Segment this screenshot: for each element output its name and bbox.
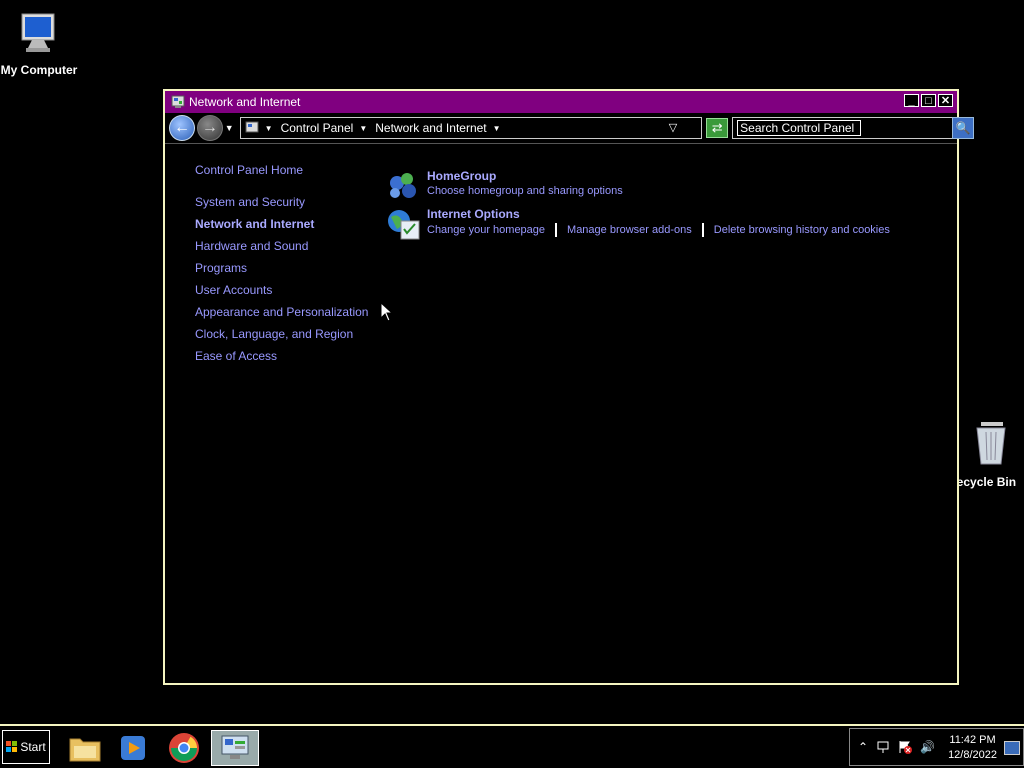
start-button[interactable]: Start <box>2 730 50 764</box>
address-history-dropdown-icon[interactable]: ▽ <box>669 121 677 134</box>
internet-options-title[interactable]: Internet Options <box>427 207 890 221</box>
volume-icon[interactable]: 🔊 <box>920 740 935 754</box>
main-content: HomeGroup Choose homegroup and sharing o… <box>385 169 890 245</box>
control-panel-window: Network and Internet _ □ ✕ ← → ▼ ▼ Contr… <box>163 89 974 685</box>
control-panel-home-link[interactable]: Control Panel Home <box>195 163 368 177</box>
left-navigation: Control Panel Home System and Security N… <box>195 163 368 367</box>
homegroup-icon <box>390 173 416 198</box>
clock-time: 11:42 PM <box>949 734 996 746</box>
control-panel-icon <box>171 95 185 108</box>
clock-date: 12/8/2022 <box>948 749 997 761</box>
chrome-icon <box>169 733 199 763</box>
start-label: Start <box>20 740 46 754</box>
recycle-bin-label: Recycle Bin <box>956 475 1017 489</box>
search-box: 🔍 <box>732 117 974 139</box>
recent-pages-dropdown[interactable]: ▼ <box>225 123 234 133</box>
action-center-flag-icon[interactable] <box>898 740 913 754</box>
link-separator <box>701 223 704 237</box>
breadcrumb-control-panel[interactable]: Control Panel <box>281 121 354 135</box>
show-desktop-button[interactable] <box>1004 741 1020 755</box>
delete-history-link[interactable]: Delete browsing history and cookies <box>714 224 890 236</box>
taskbar-chrome[interactable] <box>162 730 206 766</box>
media-player-icon <box>121 736 145 760</box>
taskbar-control-panel[interactable] <box>211 730 259 766</box>
refresh-button[interactable]: ⇄ <box>706 118 729 138</box>
close-button[interactable]: ✕ <box>938 94 953 107</box>
taskbar-file-explorer[interactable] <box>63 730 107 766</box>
nav-user-accounts[interactable]: User Accounts <box>195 279 368 301</box>
nav-network-and-internet[interactable]: Network and Internet <box>195 213 368 235</box>
nav-programs[interactable]: Programs <box>195 257 368 279</box>
windows-logo-icon <box>6 741 18 752</box>
folder-icon <box>69 738 101 762</box>
network-icon[interactable] <box>876 740 890 754</box>
computer-icon <box>21 13 55 52</box>
my-computer-label: My Computer <box>0 63 78 77</box>
breadcrumb-network-and-internet[interactable]: Network and Internet <box>375 121 486 135</box>
homegroup-title[interactable]: HomeGroup <box>427 169 623 183</box>
search-button[interactable]: 🔍 <box>952 117 974 139</box>
nav-hardware-and-sound[interactable]: Hardware and Sound <box>195 235 368 257</box>
change-homepage-link[interactable]: Change your homepage <box>427 224 545 236</box>
taskbar-media-player[interactable] <box>111 730 155 766</box>
homegroup-entry: HomeGroup Choose homegroup and sharing o… <box>385 169 890 203</box>
nav-ease-of-access[interactable]: Ease of Access <box>195 345 368 367</box>
control-panel-small-icon <box>245 121 259 133</box>
refresh-icon: ⇄ <box>711 120 723 135</box>
my-computer-desktop-icon[interactable]: My Computer <box>0 8 78 77</box>
internet-options-entry: Internet Options Change your homepage Ma… <box>385 207 890 241</box>
system-tray: ⌃ 🔊 11:42 PM 12/8/2022 <box>849 728 1024 766</box>
nav-system-and-security[interactable]: System and Security <box>195 191 368 213</box>
address-bar[interactable]: ▼ Control Panel ▼ Network and Internet ▼… <box>239 117 703 139</box>
control-panel-icon <box>221 735 249 759</box>
minimize-button[interactable]: _ <box>904 94 919 107</box>
forward-button[interactable]: → <box>196 115 223 141</box>
clock[interactable]: 11:42 PM 12/8/2022 <box>948 733 997 763</box>
maximize-button[interactable]: □ <box>921 94 936 107</box>
recycle-bin-desktop-icon[interactable]: Recycle Bin <box>956 420 1024 489</box>
title-bar[interactable]: Network and Internet _ □ ✕ <box>165 91 957 113</box>
breadcrumb-arrow-icon[interactable]: ▼ <box>265 124 273 133</box>
link-separator <box>555 223 558 237</box>
taskbar: Start ⌃ 🔊 11:42 PM 12/8/2022 <box>0 724 1024 768</box>
nav-appearance-and-personalization[interactable]: Appearance and Personalization <box>195 301 368 323</box>
internet-options-icon <box>388 210 420 240</box>
search-input[interactable] <box>737 120 862 136</box>
search-icon: 🔍 <box>955 121 971 135</box>
homegroup-sharing-link[interactable]: Choose homegroup and sharing options <box>427 185 623 197</box>
forward-arrow-icon: → <box>201 119 218 136</box>
manage-addons-link[interactable]: Manage browser add-ons <box>567 224 692 236</box>
show-hidden-icons-icon[interactable]: ⌃ <box>858 740 868 754</box>
back-button[interactable]: ← <box>169 115 195 141</box>
back-arrow-icon: ← <box>173 119 190 136</box>
mouse-cursor-icon <box>380 302 394 322</box>
breadcrumb-arrow-icon[interactable]: ▼ <box>359 124 367 133</box>
recycle-bin-icon <box>976 422 1006 465</box>
window-title: Network and Internet <box>189 95 301 109</box>
nav-clock-language-region[interactable]: Clock, Language, and Region <box>195 323 368 345</box>
breadcrumb-arrow-icon[interactable]: ▼ <box>493 124 501 133</box>
navigation-toolbar: ← → ▼ ▼ Control Panel ▼ Network and Inte… <box>165 113 974 144</box>
